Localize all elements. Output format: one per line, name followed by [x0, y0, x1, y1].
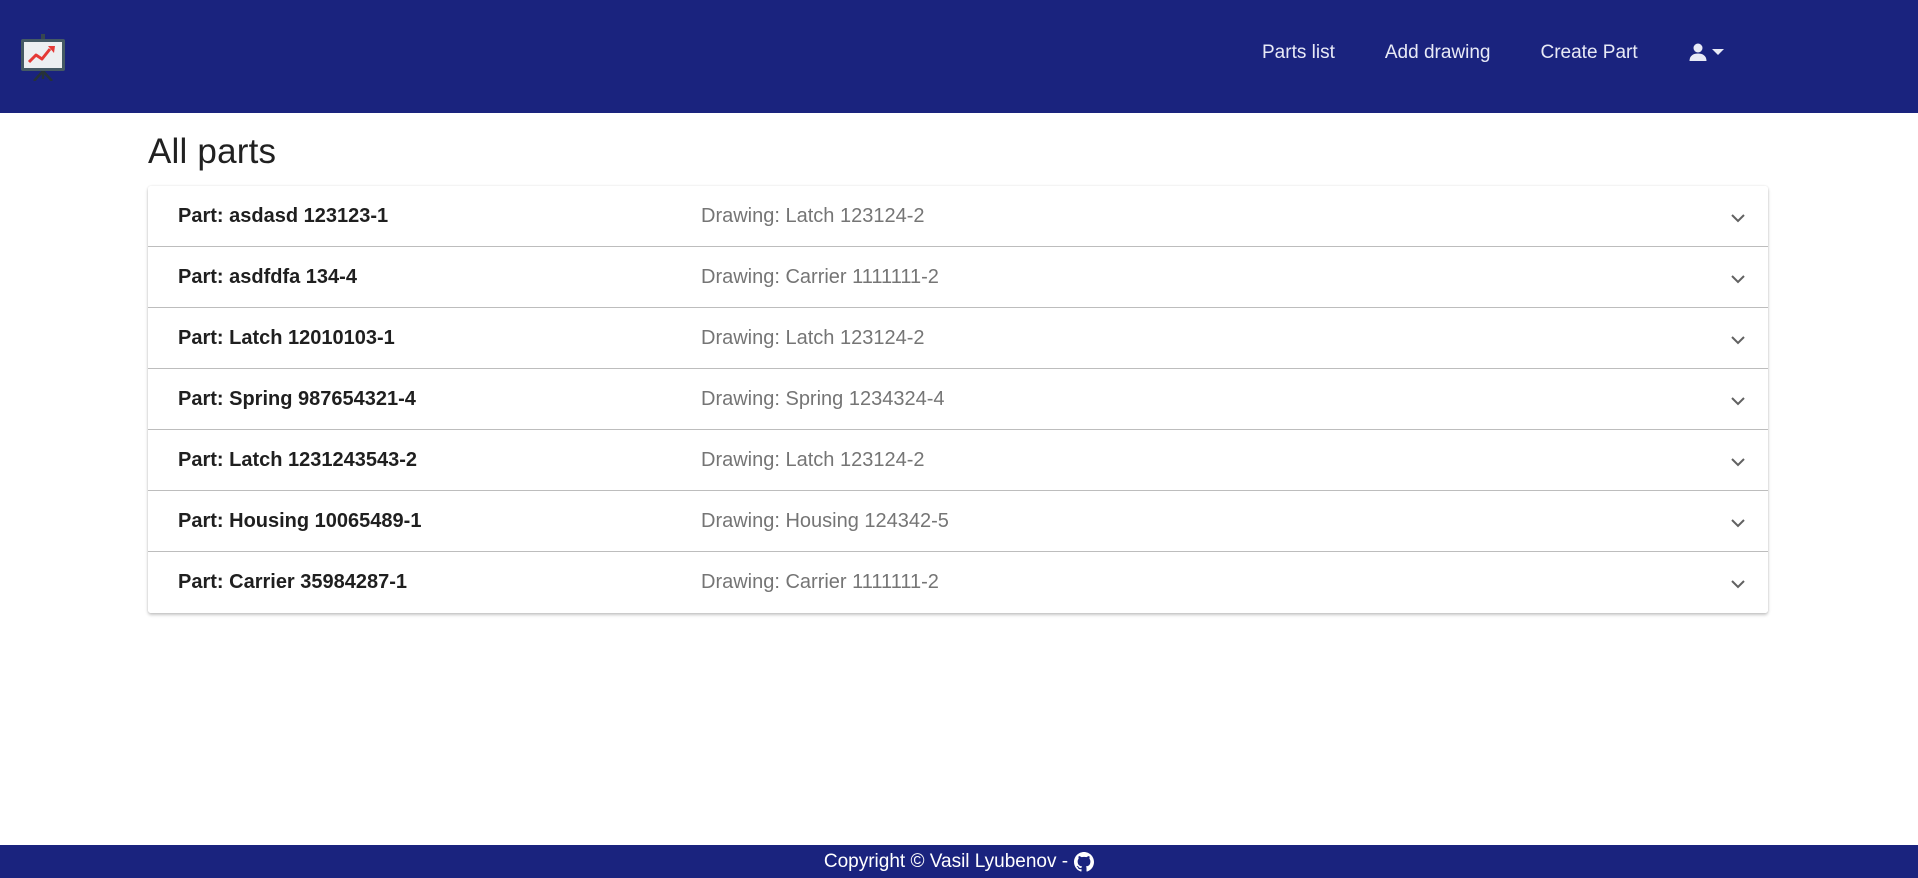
github-icon[interactable]: [1074, 851, 1095, 872]
main-nav: Parts list Add drawing Create Part: [1262, 0, 1724, 106]
part-label: Part: Latch 12010103-1: [178, 326, 395, 349]
copyright-text: Copyright © Vasil Lyubenov -: [823, 850, 1069, 872]
chevron-down-icon[interactable]: [1730, 454, 1746, 472]
drawing-label: Drawing: Latch 123124-2: [701, 326, 925, 349]
account-icon: [1688, 42, 1708, 62]
user-menu-toggle[interactable]: [1688, 42, 1724, 62]
presentation-chart-icon[interactable]: [19, 33, 67, 82]
caret-down-icon: [1711, 48, 1724, 56]
chevron-down-icon[interactable]: [1730, 332, 1746, 350]
part-label: Part: asdfdfa 134-4: [178, 265, 357, 288]
part-label: Part: asdasd 123123-1: [178, 204, 389, 227]
part-label: Part: Spring 987654321-4: [178, 387, 416, 410]
part-label: Part: Carrier 35984287-1: [178, 571, 408, 593]
page-footer: Copyright © Vasil Lyubenov -: [0, 845, 1918, 878]
chevron-down-icon[interactable]: [1730, 271, 1746, 289]
part-row[interactable]: Part: Housing 10065489-1 Drawing: Housin…: [148, 491, 1768, 552]
drawing-label: Drawing: Latch 123124-2: [701, 204, 925, 227]
part-row[interactable]: Part: Carrier 35984287-1 Drawing: Carrie…: [148, 552, 1768, 613]
chevron-down-icon[interactable]: [1730, 210, 1746, 228]
chevron-down-icon[interactable]: [1730, 576, 1746, 594]
drawing-label: Drawing: Latch 123124-2: [701, 448, 925, 471]
part-row[interactable]: Part: Latch 1231243543-2 Drawing: Latch …: [148, 430, 1768, 491]
drawing-label: Drawing: Carrier 1111111-2: [701, 571, 939, 593]
drawing-label: Drawing: Carrier 1111111-2: [701, 265, 939, 288]
nav-parts-list-link[interactable]: Parts list: [1262, 42, 1335, 64]
chevron-down-icon[interactable]: [1730, 393, 1746, 411]
drawing-label: Drawing: Spring 1234324-4: [701, 387, 945, 410]
drawing-label: Drawing: Housing 124342-5: [701, 509, 949, 532]
nav-create-part-link[interactable]: Create Part: [1540, 42, 1637, 64]
top-navbar: Parts list Add drawing Create Part: [0, 0, 1918, 113]
part-row[interactable]: Part: Spring 987654321-4 Drawing: Spring…: [148, 369, 1768, 430]
part-row[interactable]: Part: Latch 12010103-1 Drawing: Latch 12…: [148, 308, 1768, 369]
part-label: Part: Latch 1231243543-2: [178, 448, 418, 471]
part-row[interactable]: Part: asdasd 123123-1 Drawing: Latch 123…: [148, 186, 1768, 247]
part-row[interactable]: Part: asdfdfa 134-4 Drawing: Carrier 111…: [148, 247, 1768, 308]
page-title: All parts: [148, 132, 277, 171]
part-label: Part: Housing 10065489-1: [178, 509, 422, 532]
nav-add-drawing-link[interactable]: Add drawing: [1385, 42, 1491, 64]
parts-accordion: Part: asdasd 123123-1 Drawing: Latch 123…: [148, 186, 1768, 613]
chevron-down-icon[interactable]: [1730, 515, 1746, 533]
